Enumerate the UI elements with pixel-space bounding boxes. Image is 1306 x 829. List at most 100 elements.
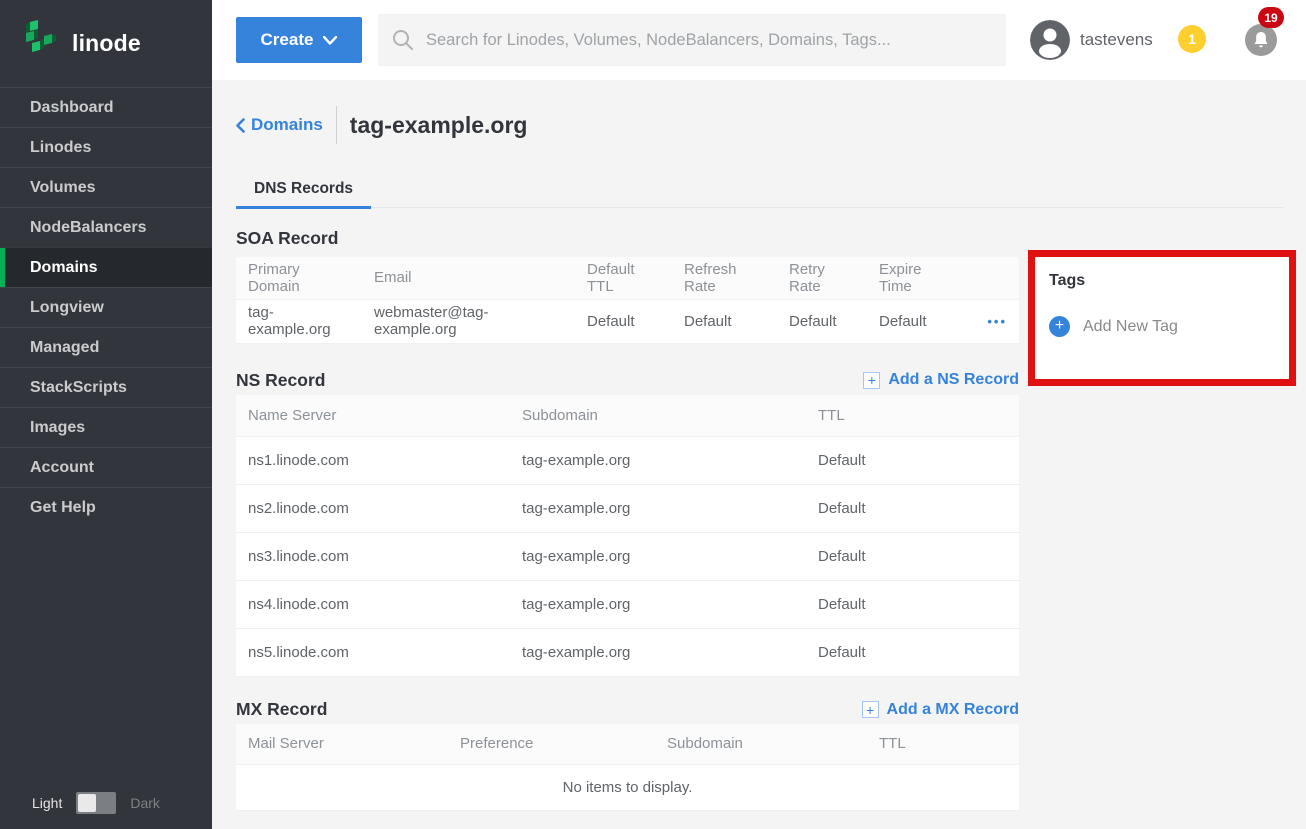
tags-highlight-annotation: Tags + Add New Tag <box>1028 250 1296 386</box>
tags-heading: Tags <box>1049 272 1275 290</box>
topbar: Create tastevens 1 19 <box>212 0 1306 80</box>
global-search[interactable] <box>378 14 1006 66</box>
add-ns-record-button[interactable]: + Add a NS Record <box>863 371 1019 389</box>
sidebar-nav: Dashboard Linodes Volumes NodeBalancers … <box>0 87 212 527</box>
breadcrumb-divider <box>336 106 337 144</box>
soa-col-primary-domain: Primary Domain <box>236 257 362 299</box>
notifications-button[interactable]: 19 <box>1245 24 1277 56</box>
ns-subdomain: tag-example.org <box>510 485 806 533</box>
sidebar: linode Dashboard Linodes Volumes NodeBal… <box>0 0 212 829</box>
ns-row: ns4.linode.com tag-example.org Default <box>236 581 1019 629</box>
ns-section-header: NS Record + Add a NS Record <box>236 370 1019 391</box>
ns-name-server: ns3.linode.com <box>236 533 510 581</box>
ns-row: ns2.linode.com tag-example.org Default <box>236 485 1019 533</box>
create-button[interactable]: Create <box>236 17 362 63</box>
ns-name-server: ns1.linode.com <box>236 437 510 485</box>
linode-logo[interactable]: linode <box>0 0 212 85</box>
tags-panel: Tags + Add New Tag <box>1035 257 1289 379</box>
mx-col-preference: Preference <box>448 724 655 764</box>
soa-col-email: Email <box>362 257 575 299</box>
mx-empty-row: No items to display. <box>236 764 1019 810</box>
main-content: Domains tag-example.org DNS Records SOA … <box>212 80 1306 829</box>
theme-toggle: Light Dark <box>0 785 212 821</box>
soa-table-header: Primary Domain Email Default TTL Refresh… <box>236 257 1019 299</box>
plus-square-icon: + <box>862 701 879 718</box>
create-button-label: Create <box>261 30 314 50</box>
mx-heading: MX Record <box>236 699 327 720</box>
mx-empty-message: No items to display. <box>236 764 1019 810</box>
ns-col-subdomain: Subdomain <box>510 395 806 437</box>
soa-refresh-rate: Default <box>672 299 777 343</box>
bell-icon <box>1245 24 1277 56</box>
soa-col-actions <box>959 257 1019 299</box>
soa-retry-rate: Default <box>777 299 867 343</box>
add-new-tag-button[interactable]: + Add New Tag <box>1049 316 1275 337</box>
sidebar-item-stackscripts[interactable]: StackScripts <box>0 367 212 407</box>
logo-wordmark: linode <box>72 30 141 57</box>
theme-toggle-switch[interactable] <box>76 792 116 814</box>
soa-table: Primary Domain Email Default TTL Refresh… <box>236 257 1019 344</box>
sidebar-item-managed[interactable]: Managed <box>0 327 212 367</box>
sidebar-item-images[interactable]: Images <box>0 407 212 447</box>
sidebar-item-domains[interactable]: Domains <box>0 247 212 287</box>
notification-count-badge: 19 <box>1258 7 1284 28</box>
plus-circle-icon: + <box>1049 316 1070 337</box>
ns-subdomain: tag-example.org <box>510 533 806 581</box>
add-mx-record-button[interactable]: + Add a MX Record <box>862 701 1019 719</box>
add-mx-record-label: Add a MX Record <box>887 701 1019 719</box>
ns-ttl: Default <box>806 437 1019 485</box>
ns-name-server: ns2.linode.com <box>236 485 510 533</box>
username-menu[interactable]: tastevens <box>1080 0 1153 80</box>
add-ns-record-label: Add a NS Record <box>888 371 1019 389</box>
theme-light-label: Light <box>32 795 62 811</box>
ns-subdomain: tag-example.org <box>510 581 806 629</box>
soa-actions-menu-icon[interactable]: ••• <box>959 299 1019 343</box>
ns-ttl: Default <box>806 533 1019 581</box>
mx-table: Mail Server Preference Subdomain TTL No … <box>236 724 1019 811</box>
ns-row: ns1.linode.com tag-example.org Default <box>236 437 1019 485</box>
soa-col-refresh-rate: Refresh Rate <box>672 257 777 299</box>
sidebar-item-nodebalancers[interactable]: NodeBalancers <box>0 207 212 247</box>
mx-col-ttl: TTL <box>867 724 1019 764</box>
linode-logo-icon <box>24 20 60 67</box>
theme-dark-label: Dark <box>130 795 160 811</box>
soa-col-default-ttl: Default TTL <box>575 257 672 299</box>
ns-row: ns3.linode.com tag-example.org Default <box>236 533 1019 581</box>
ns-ttl: Default <box>806 581 1019 629</box>
ns-col-name-server: Name Server <box>236 395 510 437</box>
ns-col-ttl: TTL <box>806 395 1019 437</box>
ns-subdomain: tag-example.org <box>510 629 806 677</box>
search-input[interactable] <box>426 31 992 50</box>
breadcrumb-back-link[interactable]: Domains <box>236 115 323 135</box>
mx-col-subdomain: Subdomain <box>655 724 867 764</box>
ns-name-server: ns5.linode.com <box>236 629 510 677</box>
soa-col-retry-rate: Retry Rate <box>777 257 867 299</box>
tab-dns-records[interactable]: DNS Records <box>236 171 371 209</box>
chevron-left-icon <box>236 118 245 133</box>
sidebar-item-linodes[interactable]: Linodes <box>0 127 212 167</box>
sidebar-item-get-help[interactable]: Get Help <box>0 487 212 527</box>
breadcrumb: Domains tag-example.org <box>236 104 527 146</box>
soa-col-expire-time: Expire Time <box>867 257 959 299</box>
user-avatar[interactable] <box>1030 20 1070 60</box>
soa-heading: SOA Record <box>236 228 338 249</box>
soa-primary-domain: tag-example.org <box>236 299 362 343</box>
ns-table-header: Name Server Subdomain TTL <box>236 395 1019 437</box>
avatar-icon <box>1030 20 1070 60</box>
sidebar-item-account[interactable]: Account <box>0 447 212 487</box>
sidebar-item-volumes[interactable]: Volumes <box>0 167 212 207</box>
soa-email: webmaster@tag-example.org <box>362 299 575 343</box>
tab-bar: DNS Records <box>236 170 1283 208</box>
mx-table-header: Mail Server Preference Subdomain TTL <box>236 724 1019 764</box>
search-icon <box>392 29 414 51</box>
event-count-badge[interactable]: 1 <box>1178 25 1206 53</box>
sidebar-item-longview[interactable]: Longview <box>0 287 212 327</box>
records-column: SOA Record Primary Domain Email Default … <box>236 208 1019 811</box>
ns-name-server: ns4.linode.com <box>236 581 510 629</box>
mx-section-header: MX Record + Add a MX Record <box>236 699 1019 720</box>
breadcrumb-back-label: Domains <box>251 115 323 135</box>
sidebar-item-dashboard[interactable]: Dashboard <box>0 87 212 127</box>
theme-toggle-knob <box>78 794 96 812</box>
soa-expire-time: Default <box>867 299 959 343</box>
add-new-tag-label: Add New Tag <box>1083 318 1178 336</box>
